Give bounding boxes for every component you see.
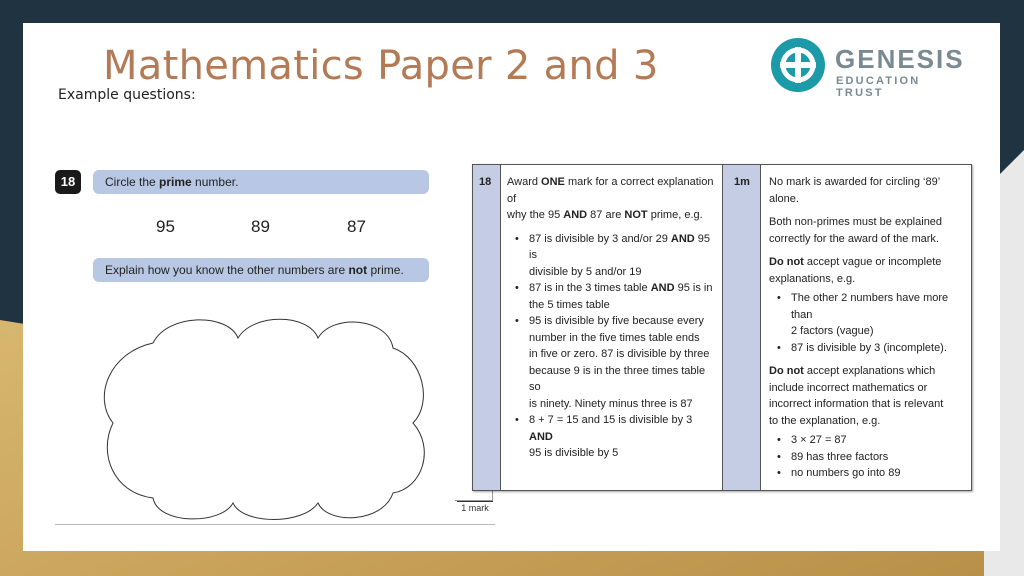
example-bold: AND — [650, 282, 675, 294]
ms-mark-value: 1m — [734, 176, 750, 188]
award-text: Award — [507, 176, 542, 188]
mark-scheme-table: 18 Award ONE mark for a correct explanat… — [472, 164, 972, 491]
award-bold: AND — [563, 209, 588, 221]
example-text: in five or zero. 87 is divisible by thre… — [529, 348, 710, 360]
ms-note-no-mark: No mark is awarded for circling ‘89’ alo… — [769, 176, 940, 205]
number-option-95[interactable]: 95 — [156, 217, 175, 237]
number-option-89[interactable]: 89 — [251, 217, 270, 237]
note-text: explanations, e.g. — [769, 272, 856, 285]
ms-notes-column: No mark is awarded for circling ‘89’ alo… — [761, 165, 971, 490]
genesis-logo-icon — [771, 38, 825, 92]
list-item: 89 has three factors — [777, 449, 969, 466]
note-bold: Do not — [769, 365, 804, 377]
example-text: 87 is divisible by 3 and/or 29 — [529, 232, 671, 245]
list-item: 3 × 27 = 87 — [777, 432, 969, 449]
example-bold: AND — [670, 232, 695, 245]
note-text: to the explanation, e.g. — [769, 414, 881, 427]
explain-text-post: prime. — [367, 263, 404, 277]
example-text: is ninety. Ninety minus three is 87 — [529, 397, 693, 410]
example-text: 95 is in — [674, 282, 713, 294]
list-item: 87 is divisible by 3 (incomplete). — [777, 340, 969, 357]
mark-label: 1 mark — [457, 501, 493, 513]
question-prompt-bar: Circle the prime number. — [93, 170, 429, 194]
note-text: include incorrect mathematics or — [769, 381, 928, 394]
list-item: 8 + 7 = 15 and 15 is divisible by 3 AND … — [515, 412, 719, 462]
example-bold: AND — [529, 430, 553, 443]
genesis-logo: GENESIS EDUCATION TRUST — [768, 35, 973, 99]
list-item: The other 2 numbers have more than 2 fact… — [777, 290, 969, 340]
example-text: 95 is divisible by 5 — [529, 447, 619, 459]
note-text: correctly for the award of the mark. — [769, 232, 939, 245]
ms-note-incorrect: Do not accept explanations which include… — [769, 363, 969, 429]
prompt-text-pre: Circle the — [105, 175, 160, 189]
ms-question-number: 18 — [479, 176, 492, 188]
panel-divider — [55, 524, 495, 525]
logo-tagline: EDUCATION TRUST — [836, 75, 921, 99]
note-text: accept explanations which — [803, 365, 936, 377]
explain-prompt-bar: Explain how you know the other numbers a… — [93, 258, 429, 282]
example-text: divisible by 5 and/or 19 — [529, 265, 642, 278]
list-item: 87 is in the 3 times table AND 95 is in … — [515, 280, 719, 313]
award-bold: ONE — [541, 176, 565, 188]
ms-example-list: 87 is divisible by 3 and/or 29 AND 95 is… — [515, 231, 719, 462]
award-text: why the 95 — [507, 209, 564, 221]
list-item: 95 is divisible by five because every nu… — [515, 313, 719, 412]
number-option-87[interactable]: 87 — [347, 217, 366, 237]
note-bold: Do not — [769, 256, 804, 268]
ms-note-both: Both non-primes must be explained correc… — [769, 214, 969, 247]
note-text: The other 2 numbers have more than — [791, 292, 949, 321]
question-number-badge: 18 — [55, 170, 81, 194]
ms-note-vague: Do not accept vague or incomplete explan… — [769, 254, 969, 287]
slide-title: Mathematics Paper 2 and 3 — [103, 43, 659, 89]
ms-number-column: 18 — [473, 165, 501, 490]
example-text: 8 + 7 = 15 and 15 is divisible by 3 — [529, 414, 693, 426]
prompt-text-post: number. — [191, 175, 239, 189]
example-text: because 9 is in the three times table so — [529, 364, 706, 394]
slide-subtitle: Example questions: — [58, 87, 196, 103]
example-text: 95 is divisible by five because every — [529, 315, 704, 327]
note-text: Both non-primes must be explained — [769, 216, 943, 228]
note-text: incorrect information that is relevant — [769, 398, 944, 410]
list-item: 87 is divisible by 3 and/or 29 AND 95 is… — [515, 231, 719, 281]
list-item: no numbers go into 89 — [777, 465, 969, 482]
example-text: number in the five times table ends — [529, 331, 700, 344]
ms-answer-column: Award ONE mark for a correct explanation… — [501, 165, 723, 490]
note-text: accept vague or incomplete — [803, 256, 942, 268]
logo-wordmark: GENESIS — [835, 44, 965, 74]
ms-incorrect-list: 3 × 27 = 87 89 has three factors no numb… — [777, 432, 969, 482]
slide: Mathematics Paper 2 and 3 Example questi… — [23, 23, 1000, 551]
example-text: 87 is in the 3 times table — [529, 282, 651, 294]
explain-text-pre: Explain how you know the other numbers a… — [105, 263, 349, 277]
note-text: 87 is divisible by 3 (incomplete). — [791, 341, 947, 354]
ms-award-text: Award ONE mark for a correct explanation… — [507, 174, 719, 224]
prompt-text-bold: prime — [159, 175, 192, 189]
award-text: prime, e.g. — [647, 209, 703, 221]
ms-vague-list: The other 2 numbers have more than 2 fact… — [777, 290, 969, 356]
answer-cloud-box[interactable] — [93, 313, 433, 528]
explain-text-bold: not — [348, 263, 368, 277]
note-text: 2 factors (vague) — [791, 325, 874, 337]
ms-mark-column: 1m — [723, 165, 761, 490]
example-text: the 5 times table — [529, 298, 610, 311]
award-text: 87 are — [587, 209, 625, 221]
question-panel: 18 Circle the prime number. 95 89 87 Exp… — [55, 163, 495, 525]
award-bold: NOT — [624, 209, 648, 221]
